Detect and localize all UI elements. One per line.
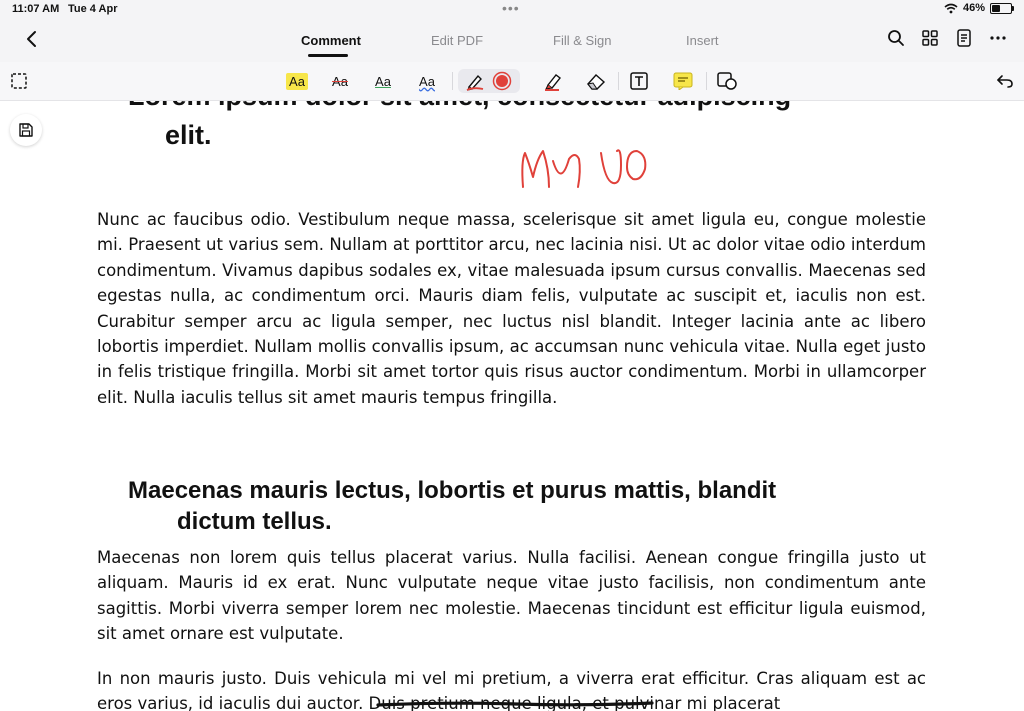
- active-tab-indicator: [308, 54, 348, 57]
- highlight-text-tool[interactable]: Aa: [284, 69, 310, 93]
- pen-tool-group[interactable]: [458, 69, 520, 93]
- paragraph-1: Nunc ac faucibus odio. Vestibulum neque …: [97, 210, 926, 407]
- tab-comment[interactable]: Comment: [301, 33, 361, 48]
- nav-actions: [886, 28, 1008, 48]
- status-bar: 11:07 AM Tue 4 Apr ••• 46%: [0, 0, 1024, 18]
- strikethrough-text-label: Aa: [332, 73, 348, 89]
- reader-document-icon[interactable]: [954, 28, 974, 48]
- highlight-text-label: Aa: [286, 72, 308, 90]
- heading-2: Maecenas mauris lectus, lobortis et puru…: [128, 475, 918, 537]
- wifi-icon: [944, 3, 958, 13]
- multitasking-dots[interactable]: •••: [502, 0, 520, 16]
- status-date: Tue 4 Apr: [68, 3, 118, 15]
- underline-text-tool[interactable]: Aa: [370, 69, 396, 93]
- mode-tabs: Comment Edit PDF Fill & Sign Insert: [0, 18, 1024, 62]
- shapes-icon[interactable]: [714, 69, 740, 93]
- battery-icon: [990, 2, 1014, 14]
- comment-toolbar: Aa Aa Aa Aa: [0, 62, 1024, 101]
- heading-1-line-1: Lorem ipsum dolor sit amet, consectetur …: [128, 101, 791, 112]
- heading-1-line-2: elit.: [165, 120, 212, 150]
- tab-fill-sign[interactable]: Fill & Sign: [553, 33, 612, 48]
- tab-insert[interactable]: Insert: [686, 33, 719, 48]
- text-box-icon[interactable]: [626, 69, 652, 93]
- area-select-icon[interactable]: [6, 69, 32, 93]
- sticky-note-icon[interactable]: [670, 69, 696, 93]
- squiggly-text-tool[interactable]: Aa: [414, 69, 440, 93]
- status-time: 11:07 AM: [12, 3, 60, 15]
- handwritten-ink-annotation[interactable]: [515, 141, 655, 201]
- toolbar-divider: [618, 72, 619, 90]
- heading-2-line-1: Maecenas mauris lectus, lobortis et puru…: [128, 477, 777, 504]
- more-options-icon[interactable]: [988, 28, 1008, 48]
- toolbar-divider: [452, 72, 453, 90]
- squiggly-text-label: Aa: [419, 73, 435, 89]
- ink-strikethrough-annotation[interactable]: [376, 700, 656, 710]
- pdf-page[interactable]: Lorem ipsum dolor sit amet, consectetur …: [0, 101, 1024, 711]
- pen-color-swatch-icon: [492, 71, 512, 91]
- nav-bar: Comment Edit PDF Fill & Sign Insert: [0, 18, 1024, 62]
- heading-2-line-2: dictum tellus.: [177, 508, 332, 535]
- thumbnails-grid-icon[interactable]: [920, 28, 940, 48]
- battery-percent: 46%: [962, 2, 985, 14]
- highlighter-icon[interactable]: [540, 69, 566, 93]
- paragraph-2: Maecenas non lorem quis tellus placerat …: [97, 548, 926, 644]
- underline-text-label: Aa: [375, 73, 391, 89]
- search-icon[interactable]: [886, 28, 906, 48]
- undo-icon[interactable]: [992, 69, 1018, 93]
- toolbar-divider: [706, 72, 707, 90]
- eraser-icon[interactable]: [583, 69, 609, 93]
- status-right: 46%: [944, 2, 1014, 14]
- tab-edit-pdf[interactable]: Edit PDF: [431, 33, 483, 48]
- strikethrough-text-tool[interactable]: Aa: [327, 69, 353, 93]
- pen-icon: [466, 74, 484, 91]
